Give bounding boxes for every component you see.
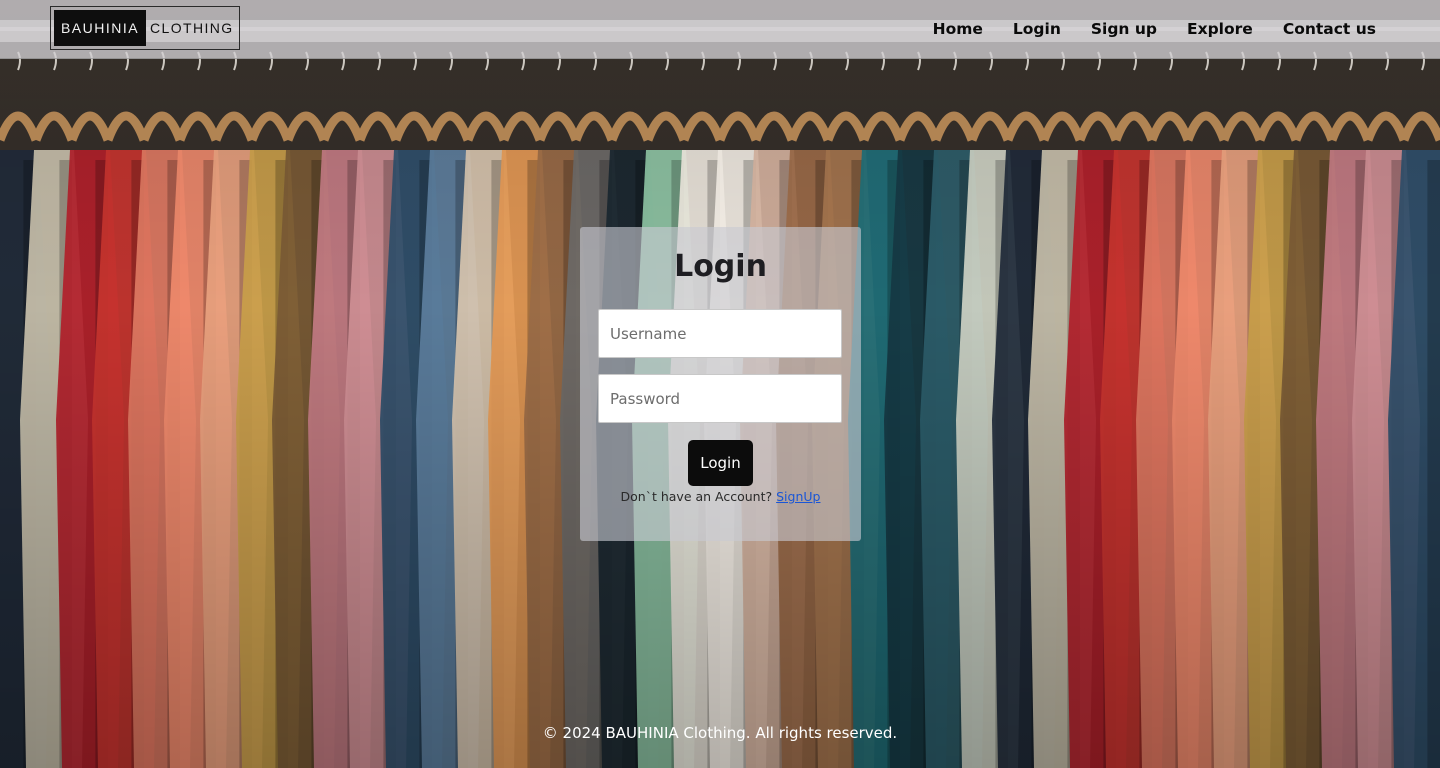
signup-prompt-text: Don`t have an Account?: [620, 489, 773, 504]
nav-link-home[interactable]: Home: [933, 20, 983, 38]
nav-link-signup[interactable]: Sign up: [1091, 20, 1157, 38]
brand-logo[interactable]: BAUHINIA CLOTHING: [50, 6, 240, 50]
footer-copyright: © 2024 BAUHINIA Clothing. All rights res…: [542, 724, 898, 742]
brand-logo-dark-text: BAUHINIA: [54, 10, 146, 46]
login-page: BAUHINIA CLOTHING Home Login Sign up Exp…: [0, 0, 1440, 768]
nav-link-login[interactable]: Login: [1013, 20, 1061, 38]
nav-link-explore[interactable]: Explore: [1187, 20, 1253, 38]
signup-prompt-line: Don`t have an Account? SignUp: [580, 489, 861, 504]
nav-link-contact[interactable]: Contact us: [1283, 20, 1376, 38]
brand-logo-light-text: CLOTHING: [150, 20, 234, 36]
login-card: Login Login Don`t have an Account? SignU…: [580, 227, 861, 541]
login-title: Login: [674, 249, 767, 284]
signup-link[interactable]: SignUp: [776, 489, 820, 504]
nav-links: Home Login Sign up Explore Contact us: [933, 0, 1376, 58]
password-input[interactable]: [598, 374, 842, 423]
username-input[interactable]: [598, 309, 842, 358]
login-button[interactable]: Login: [688, 440, 753, 486]
navbar: BAUHINIA CLOTHING Home Login Sign up Exp…: [0, 0, 1440, 59]
